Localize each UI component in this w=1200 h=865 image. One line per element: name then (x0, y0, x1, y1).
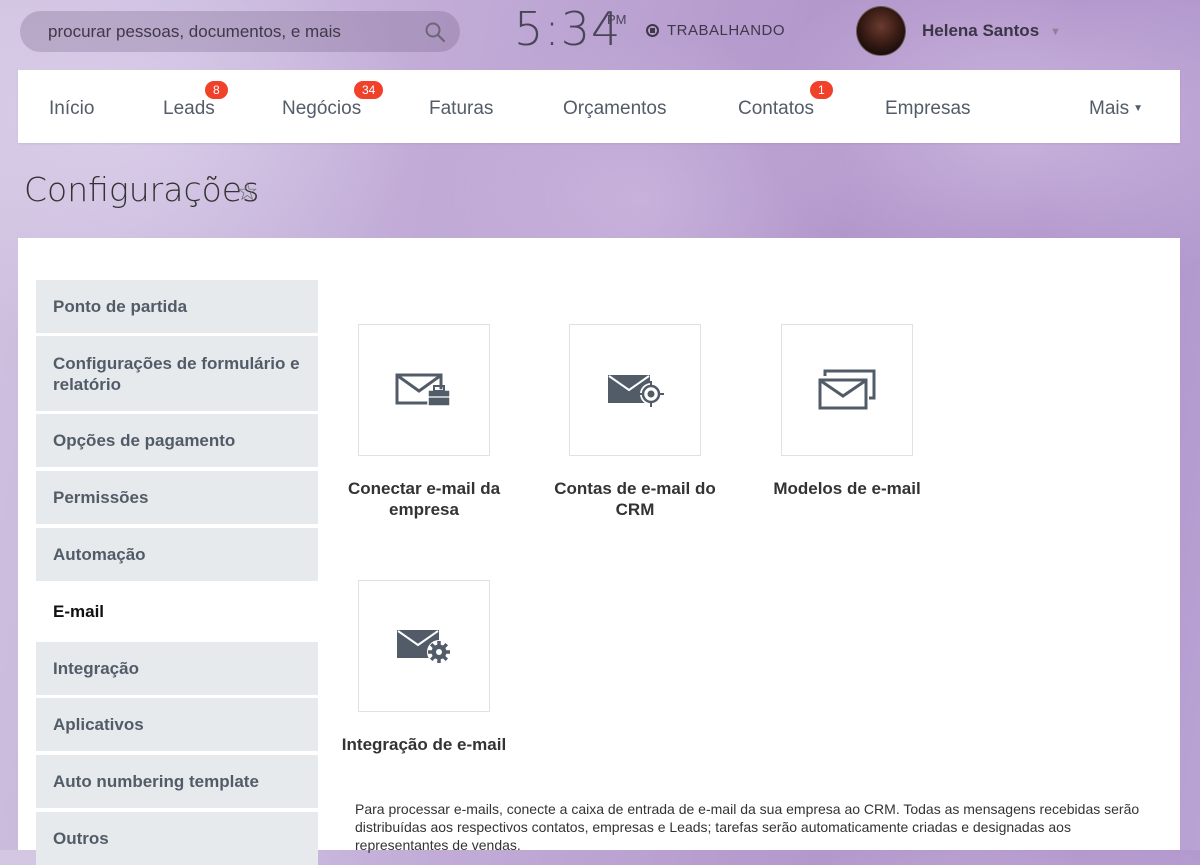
clock-time[interactable]: 5:34 (514, 2, 621, 56)
work-status-label: TRABALHANDO (667, 22, 786, 39)
tile-label-contas-email-crm[interactable]: Contas de e-mail do CRM (535, 478, 735, 520)
nav-item-leads[interactable]: Leads (163, 98, 215, 120)
search-icon[interactable] (424, 21, 446, 43)
nav-item-mais[interactable]: Mais ▼ (1089, 98, 1143, 120)
mail-settings-icon (397, 630, 451, 664)
sidebar-item-outros[interactable]: Outros (36, 812, 318, 865)
nav-item-contatos[interactable]: Contatos (738, 98, 814, 120)
sidebar-item-email[interactable]: E-mail (36, 585, 318, 638)
sidebar-item-automacao[interactable]: Automação (36, 528, 318, 581)
mail-briefcase-icon (395, 373, 451, 407)
work-status[interactable]: TRABALHANDO (646, 22, 785, 39)
tile-integracao-email[interactable] (358, 580, 490, 712)
chevron-down-icon[interactable]: ▼ (1050, 26, 1061, 38)
tile-label-conectar-email[interactable]: Conectar e-mail da empresa (324, 478, 524, 520)
sidebar-item-integracao[interactable]: Integração (36, 642, 318, 695)
user-name[interactable]: Helena Santos (922, 21, 1039, 41)
nav-item-negocios[interactable]: Negócios (282, 98, 361, 120)
mail-target-icon (608, 375, 664, 407)
tile-label-modelos-email[interactable]: Modelos de e-mail (747, 478, 947, 499)
sidebar-item-permissoes[interactable]: Permissões (36, 471, 318, 524)
sidebar-item-formulario-relatorio[interactable]: Configurações de formulário e relatório (36, 336, 318, 411)
sidebar-item-ponto-de-partida[interactable]: Ponto de partida (36, 280, 318, 333)
star-icon[interactable]: ☆ (236, 177, 258, 207)
nav-item-orcamentos[interactable]: Orçamentos (563, 98, 666, 120)
page-title: Configurações (24, 170, 260, 209)
caret-down-icon: ▼ (1133, 103, 1144, 114)
tile-contas-email-crm[interactable] (569, 324, 701, 456)
search-input[interactable] (46, 20, 424, 43)
negocios-badge: 34 (354, 81, 384, 99)
nav-item-inicio[interactable]: Início (49, 98, 94, 120)
avatar[interactable] (856, 6, 906, 56)
search-box[interactable] (20, 11, 460, 52)
sidebar-item-aplicativos[interactable]: Aplicativos (36, 698, 318, 751)
tile-label-integracao-email[interactable]: Integração de e-mail (324, 734, 524, 755)
email-description: Para processar e-mails, conecte a caixa … (355, 801, 1140, 853)
clock-ampm: PM (607, 12, 627, 27)
contatos-badge: 1 (810, 81, 833, 99)
mail-templates-icon (818, 369, 876, 410)
nav-item-empresas[interactable]: Empresas (885, 98, 971, 120)
stop-icon (646, 24, 659, 37)
nav-item-faturas[interactable]: Faturas (429, 98, 493, 120)
sidebar-item-opcoes-pagamento[interactable]: Opções de pagamento (36, 414, 318, 467)
leads-badge: 8 (205, 81, 228, 99)
sidebar-item-auto-numbering[interactable]: Auto numbering template (36, 755, 318, 808)
tile-modelos-email[interactable] (781, 324, 913, 456)
tile-conectar-email[interactable] (358, 324, 490, 456)
settings-panel: Ponto de partida Configurações de formul… (18, 238, 1180, 865)
main-nav: Início Leads 8 Negócios 34 Faturas Orçam… (18, 70, 1180, 143)
